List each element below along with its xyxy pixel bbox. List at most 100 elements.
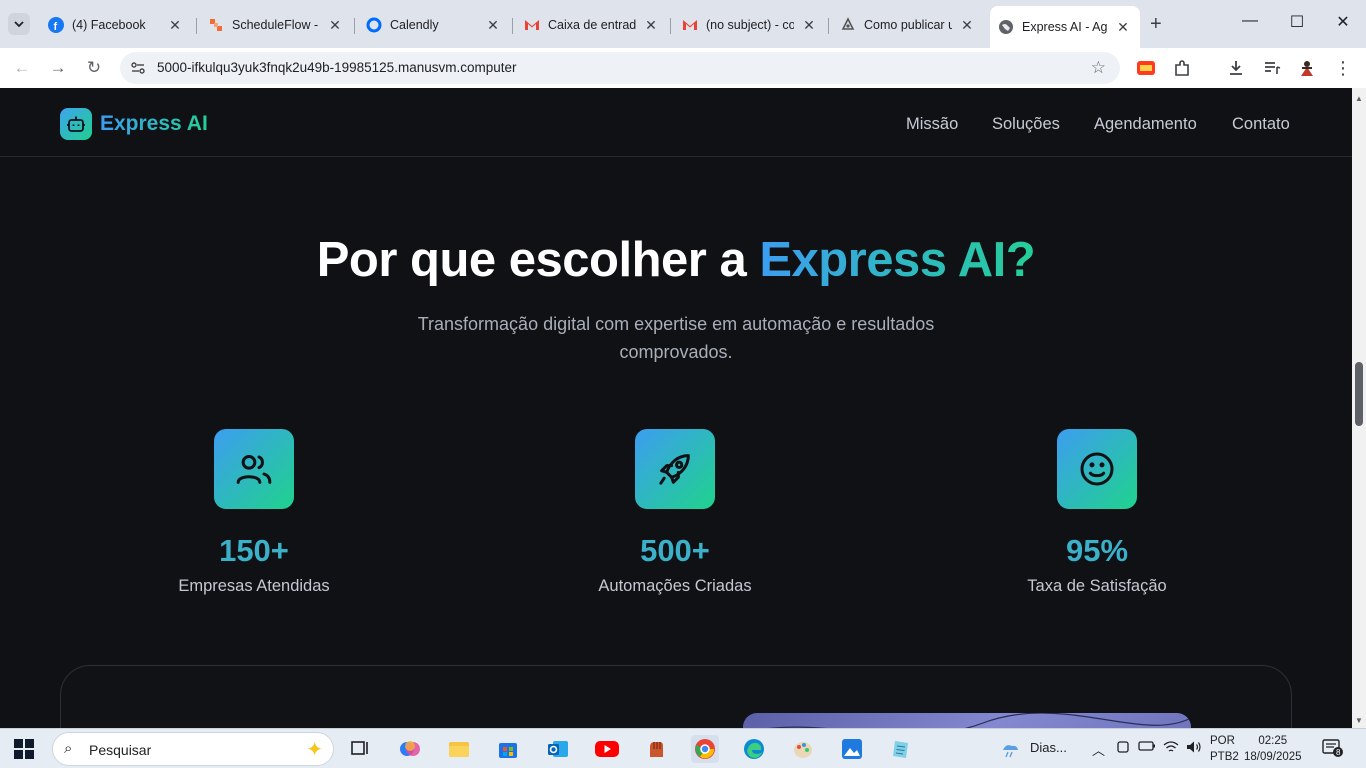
taskbar: ⌕ Pesquisar ✦ Dias... ︿ POR PTB2 02:25 1… [0,728,1366,768]
extension-icon[interactable] [1137,59,1155,77]
tab-separator [512,18,513,34]
minimize-icon[interactable]: — [1238,12,1262,30]
page-scrollbar[interactable]: ▲ ▼ [1352,88,1366,728]
close-window-icon[interactable]: ✕ [1331,12,1355,32]
scrollbar-thumb[interactable] [1355,362,1363,426]
forward-icon[interactable]: → [47,58,69,78]
users-icon [214,429,294,509]
tab-calendly[interactable]: Calendly ✕ [358,10,510,40]
section-title-highlight: Express AI? [759,233,1036,287]
stat-value: 150+ [219,533,289,568]
wifi-icon[interactable] [1163,740,1179,757]
notification-center-icon[interactable]: 8 [1322,738,1344,761]
nav-link-contato[interactable]: Contato [1232,115,1290,134]
stat-value: 500+ [640,533,710,568]
nav-link-solucoes[interactable]: Soluções [992,115,1060,134]
notepad-icon[interactable] [887,735,915,763]
stat-card-automacoes: 500+ Automações Criadas [545,429,805,596]
smile-icon [1057,429,1137,509]
chrome-taskbar-icon[interactable] [691,735,719,763]
tab-gmail-draft[interactable]: (no subject) - co ✕ [674,10,826,40]
input-layout-code: PTB2 [1210,751,1239,763]
reload-icon[interactable]: ↻ [83,58,105,78]
copilot-sparkle-icon: ✦ [306,739,323,761]
scroll-down-icon[interactable]: ▼ [1355,716,1363,725]
close-tab-icon[interactable]: ✕ [958,17,976,34]
volume-icon[interactable] [1186,740,1202,757]
stat-card-empresas: 150+ Empresas Atendidas [124,429,384,596]
menu-more-icon[interactable]: ⋮ [1334,58,1352,78]
web-page: Express AI Missão Soluções Agendamento C… [0,88,1352,728]
address-bar[interactable]: 5000-ifkulqu3yuk3fnqk2u49b-19985125.manu… [120,52,1120,84]
tab-separator [354,18,355,34]
close-tab-icon[interactable]: ✕ [484,17,502,34]
media-controls-icon[interactable] [1263,59,1281,77]
tab-express-ai[interactable]: Express AI - Age ✕ [990,6,1140,48]
nav-link-missao[interactable]: Missão [906,115,958,134]
globe-icon [998,19,1014,35]
stat-label: Taxa de Satisfação [1027,577,1167,595]
rocket-icon [635,429,715,509]
paint-icon[interactable] [789,735,817,763]
profile-avatar-icon[interactable] [1298,59,1316,77]
site-header: Express AI Missão Soluções Agendamento C… [0,88,1352,157]
photos-icon[interactable] [838,735,866,763]
outlook-icon[interactable] [544,735,572,763]
svg-text:f: f [54,21,58,33]
task-view-icon[interactable] [346,735,374,763]
robot-logo-icon[interactable] [60,108,92,140]
url-text: 5000-ifkulqu3yuk3fnqk2u49b-19985125.manu… [157,60,517,75]
close-tab-icon[interactable]: ✕ [326,17,344,34]
bookmark-star-icon[interactable]: ☆ [1091,58,1106,78]
browser-toolbar: ← → ↻ 5000-ifkulqu3yuk3fnqk2u49b-1998512… [0,48,1366,88]
stat-card-satisfacao: 95% Taxa de Satisfação [967,429,1227,596]
extensions-puzzle-icon[interactable] [1173,59,1191,77]
copilot-app-icon[interactable] [396,735,424,763]
calendly-icon [366,17,382,33]
show-hidden-icons-icon[interactable]: ︿ [1092,740,1105,759]
maximize-icon[interactable]: ☐ [1285,12,1309,32]
site-logo-text[interactable]: Express AI [100,112,208,136]
tab-title: (4) Facebook [72,18,146,32]
taskbar-search[interactable]: ⌕ Pesquisar ✦ [52,732,334,766]
input-language[interactable]: POR PTB2 [1210,733,1239,765]
scroll-up-icon[interactable]: ▲ [1355,94,1363,103]
site-settings-icon[interactable] [130,60,146,76]
close-tab-icon[interactable]: ✕ [1114,19,1132,36]
edge-icon[interactable] [740,735,768,763]
stat-value: 95% [1065,533,1129,568]
system-clock[interactable]: 02:25 18/09/2025 [1244,733,1302,765]
weather-icon[interactable] [1000,740,1022,763]
device-icon[interactable] [1116,740,1130,757]
weather-text[interactable]: Dias... [1030,740,1067,755]
chevron-down-icon [14,21,24,27]
gmail-icon [682,17,698,33]
store-icon[interactable] [494,735,522,763]
site-icon [840,17,856,33]
section-title: Por que escolher a Express AI? [0,232,1352,288]
close-tab-icon[interactable]: ✕ [642,17,660,34]
glove-app-icon[interactable] [642,735,670,763]
tab-separator [828,18,829,34]
downloads-icon[interactable] [1227,59,1245,77]
tab-title: Caixa de entrada [548,18,636,32]
close-tab-icon[interactable]: ✕ [166,17,184,34]
new-tab-icon[interactable]: + [1150,13,1162,36]
tab-gmail-inbox[interactable]: Caixa de entrada ✕ [516,10,668,40]
nav-link-agendamento[interactable]: Agendamento [1094,115,1197,134]
tab-como-publicar[interactable]: Como publicar u ✕ [832,10,984,40]
tab-scheduleflow[interactable]: ScheduleFlow - I ✕ [200,10,352,40]
tab-separator [670,18,671,34]
clock-time: 02:25 [1258,735,1288,747]
battery-icon[interactable] [1138,740,1156,755]
back-icon[interactable]: ← [11,58,33,78]
tab-search-button[interactable] [8,13,30,35]
youtube-icon[interactable] [593,735,621,763]
windows-start-icon[interactable] [14,739,34,759]
tab-facebook[interactable]: f (4) Facebook ✕ [40,10,192,40]
tab-title: (no subject) - co [706,18,794,32]
gmail-icon [524,17,540,33]
file-explorer-icon[interactable] [445,735,473,763]
close-tab-icon[interactable]: ✕ [800,17,818,34]
clock-date: 18/09/2025 [1244,751,1302,763]
